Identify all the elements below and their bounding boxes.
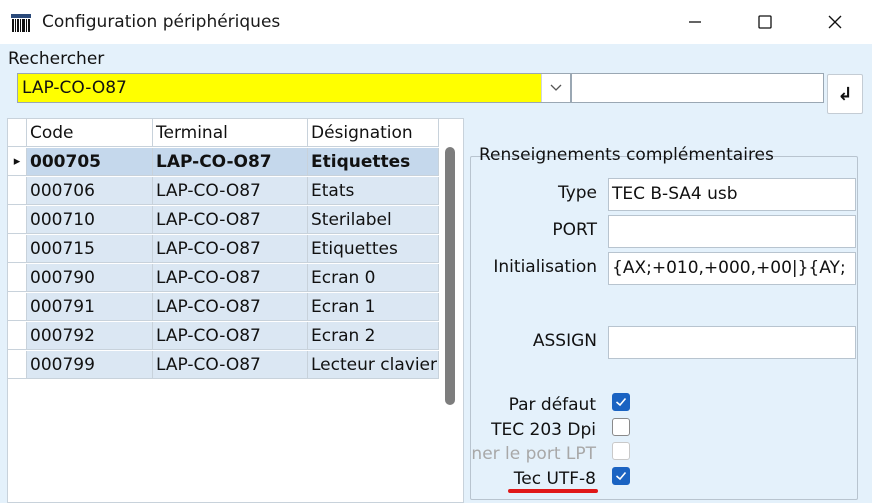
title-bar: Configuration périphériques: [0, 0, 872, 44]
window-title: Configuration périphériques: [42, 12, 281, 32]
red-underline-annotation: [508, 489, 598, 493]
cell-designation[interactable]: Ecran 1: [308, 293, 439, 321]
chevron-down-icon: [550, 84, 562, 91]
cell-terminal[interactable]: LAP-CO-O87: [153, 177, 308, 205]
search-extra-field[interactable]: [571, 73, 824, 103]
column-header-code[interactable]: Code: [27, 119, 153, 147]
device-config-window: Configuration périphériques Rechercher L…: [0, 0, 872, 503]
cell-terminal[interactable]: LAP-CO-O87: [153, 264, 308, 292]
cell-terminal[interactable]: LAP-CO-O87: [153, 322, 308, 350]
table-row[interactable]: 000792 LAP-CO-O87 Ecran 2: [8, 322, 439, 351]
port-label: PORT: [552, 220, 597, 240]
table-row[interactable]: ▸ 000705 LAP-CO-O87 Etiquettes: [8, 148, 439, 177]
column-header-designation[interactable]: Désignation: [308, 119, 439, 147]
checkmark-icon: [615, 397, 627, 407]
close-button[interactable]: [812, 0, 858, 44]
row-indicator: [8, 235, 27, 263]
minimize-icon: [689, 21, 701, 23]
cell-terminal[interactable]: LAP-CO-O87: [153, 206, 308, 234]
lpt-port-label: ner le port LPT: [471, 444, 596, 464]
cell-code[interactable]: 000791: [27, 293, 153, 321]
cell-terminal[interactable]: LAP-CO-O87: [153, 148, 308, 176]
minimize-button[interactable]: [672, 0, 718, 44]
tec-203-dpi-label: TEC 203 Dpi: [491, 420, 596, 440]
row-indicator: [8, 293, 27, 321]
cell-designation[interactable]: Sterilabel: [308, 206, 439, 234]
table-row[interactable]: 000790 LAP-CO-O87 Ecran 0: [8, 264, 439, 293]
scrollbar-thumb[interactable]: [445, 147, 455, 405]
tec-utf8-label: Tec UTF-8: [513, 469, 596, 489]
cell-code[interactable]: 000792: [27, 322, 153, 350]
row-indicator: [8, 177, 27, 205]
cell-designation[interactable]: Ecran 0: [308, 264, 439, 292]
row-selected-icon: ▸: [8, 148, 27, 176]
cell-designation[interactable]: Etats: [308, 177, 439, 205]
tec-utf8-checkbox[interactable]: [612, 467, 630, 485]
maximize-icon: [758, 15, 772, 29]
row-indicator: [8, 206, 27, 234]
default-checkbox[interactable]: [612, 393, 630, 411]
default-label: Par défaut: [508, 395, 596, 415]
type-field[interactable]: TEC B-SA4 usb: [608, 178, 856, 211]
details-group-title: Renseignements complémentaires: [479, 145, 774, 165]
cell-code[interactable]: 000705: [27, 148, 153, 176]
type-label: Type: [557, 183, 597, 203]
tec-203-dpi-checkbox[interactable]: [612, 418, 630, 436]
cell-designation[interactable]: Ecran 2: [308, 322, 439, 350]
cell-terminal[interactable]: LAP-CO-O87: [153, 293, 308, 321]
cell-designation[interactable]: Etiquettes: [308, 235, 439, 263]
close-icon: [828, 15, 842, 29]
search-combobox[interactable]: LAP-CO-O87: [17, 73, 571, 103]
search-enter-button[interactable]: ↲: [827, 74, 863, 114]
cell-designation[interactable]: Lecteur clavier: [308, 351, 439, 379]
cell-code[interactable]: 000799: [27, 351, 153, 379]
table-row[interactable]: 000710 LAP-CO-O87 Sterilabel: [8, 206, 439, 235]
cell-code[interactable]: 000706: [27, 177, 153, 205]
lpt-port-checkbox: [612, 442, 630, 460]
table-row[interactable]: 000706 LAP-CO-O87 Etats: [8, 177, 439, 206]
initialisation-label: Initialisation: [493, 257, 597, 277]
cell-code[interactable]: 000715: [27, 235, 153, 263]
search-label: Rechercher: [8, 49, 105, 69]
header-indicator-cell: [8, 119, 27, 147]
row-indicator: [8, 351, 27, 379]
table-row[interactable]: 000791 LAP-CO-O87 Ecran 1: [8, 293, 439, 322]
enter-icon: ↲: [837, 83, 853, 105]
table-row[interactable]: 000799 LAP-CO-O87 Lecteur clavier: [8, 351, 439, 380]
row-indicator: [8, 322, 27, 350]
search-value: LAP-CO-O87: [22, 78, 127, 98]
maximize-button[interactable]: [742, 0, 788, 44]
grid-header: Code Terminal Désignation: [8, 119, 439, 148]
dropdown-button[interactable]: [541, 74, 570, 102]
cell-designation[interactable]: Etiquettes: [308, 148, 439, 176]
cell-terminal[interactable]: LAP-CO-O87: [153, 235, 308, 263]
row-indicator: [8, 264, 27, 292]
cell-terminal[interactable]: LAP-CO-O87: [153, 351, 308, 379]
device-grid[interactable]: Code Terminal Désignation ▸ 000705 LAP-C…: [7, 118, 464, 503]
assign-field[interactable]: [608, 326, 856, 359]
port-field[interactable]: [608, 215, 856, 248]
table-row[interactable]: 000715 LAP-CO-O87 Etiquettes: [8, 235, 439, 264]
column-header-terminal[interactable]: Terminal: [153, 119, 308, 147]
cell-code[interactable]: 000790: [27, 264, 153, 292]
barcode-icon: [11, 14, 31, 32]
checkmark-icon: [615, 471, 627, 481]
initialisation-field[interactable]: {AX;+010,+000,+00|}{AY;: [608, 252, 856, 285]
assign-label: ASSIGN: [532, 331, 597, 351]
cell-code[interactable]: 000710: [27, 206, 153, 234]
